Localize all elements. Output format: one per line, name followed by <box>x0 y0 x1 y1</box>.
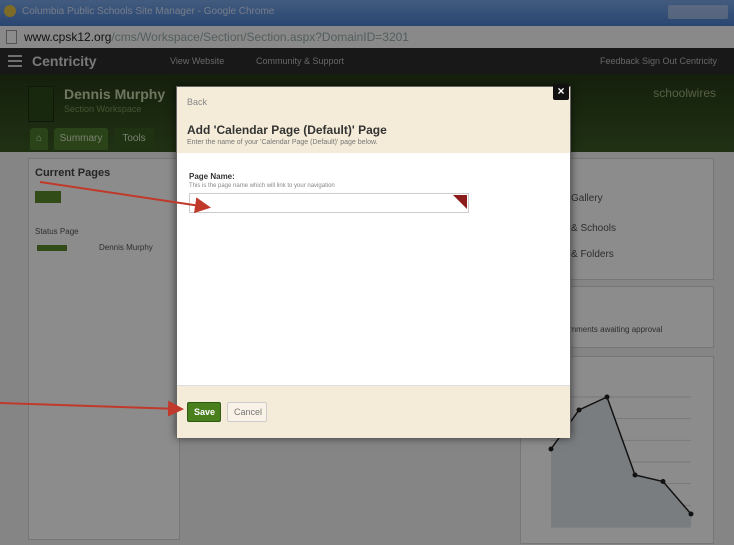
arrow-to-page-name <box>39 181 211 214</box>
annotation-arrows <box>0 181 211 417</box>
arrow-to-save-button <box>0 400 184 417</box>
